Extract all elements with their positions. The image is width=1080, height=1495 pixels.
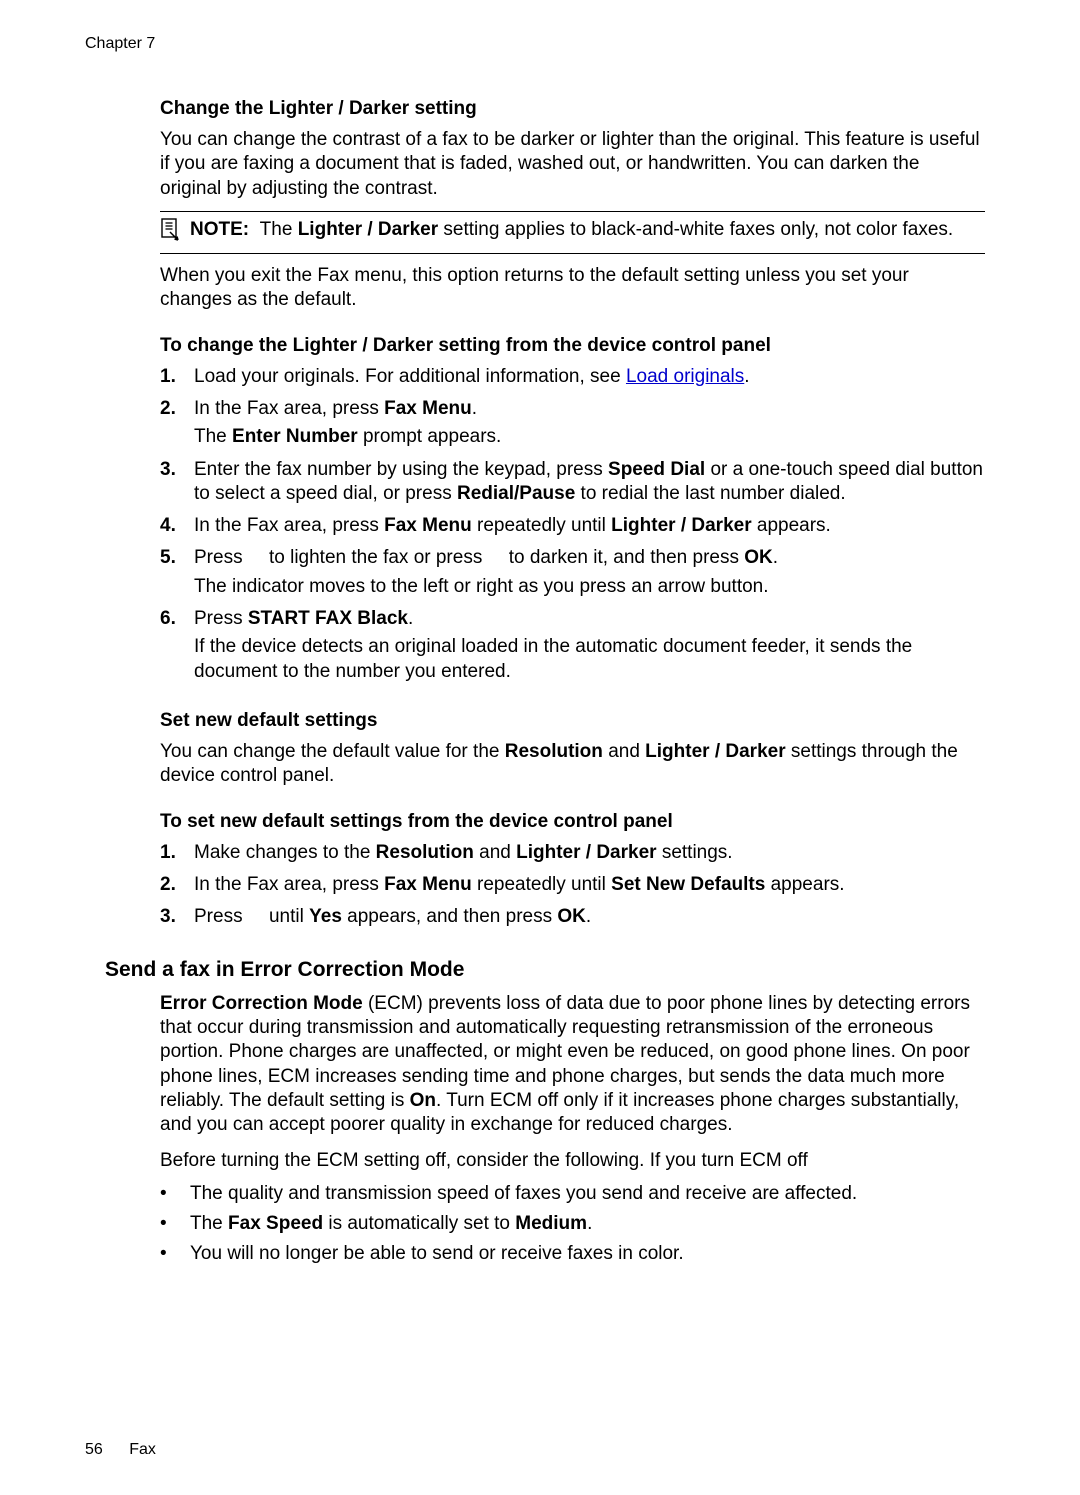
footer-section-name: Fax [129, 1441, 156, 1458]
step-subline: If the device detects an original loaded… [194, 635, 985, 684]
ecm-content: Error Correction Mode (ECM) prevents los… [160, 992, 985, 1267]
ui-lighter-darker: Lighter / Darker [645, 741, 785, 762]
page-number: 56 [85, 1441, 103, 1458]
step-6: 6. Press START FAX Black. If the device … [160, 607, 985, 684]
bullet-dot: • [160, 1212, 174, 1236]
step-number: 1. [160, 841, 182, 865]
defaults-intro: You can change the default value for the… [160, 740, 985, 789]
step-3: 3. Enter the fax number by using the key… [160, 458, 985, 507]
ui-lighter-darker: Lighter / Darker [611, 515, 751, 536]
step-1: 1. Make changes to the Resolution and Li… [160, 841, 985, 865]
ui-speed-dial: Speed Dial [608, 459, 705, 480]
step-body: Press to lighten the fax or press to dar… [194, 546, 985, 599]
intro-paragraph-lighter-darker: You can change the contrast of a fax to … [160, 128, 985, 201]
ecm-bullets: • The quality and transmission speed of … [160, 1182, 985, 1267]
bullet-body: The quality and transmission speed of fa… [190, 1182, 857, 1206]
note-pre: The [260, 219, 293, 240]
procedure2-steps: 1. Make changes to the Resolution and Li… [160, 841, 985, 930]
step-body: Press until Yes appears, and then press … [194, 905, 985, 929]
page-content: Change the Lighter / Darker setting You … [160, 98, 985, 930]
step-number: 2. [160, 873, 182, 897]
step-1: 1. Load your originals. For additional i… [160, 365, 985, 389]
ui-resolution: Resolution [505, 741, 603, 762]
note-label: NOTE: [190, 219, 249, 240]
ui-medium: Medium [515, 1213, 587, 1234]
procedure1-steps: 1. Load your originals. For additional i… [160, 365, 985, 684]
page-header: Chapter 7 [85, 35, 985, 53]
bullet-body: The Fax Speed is automatically set to Me… [190, 1212, 592, 1236]
note-text: NOTE: The Lighter / Darker setting appli… [190, 218, 985, 242]
bold-ecm-lead: Error Correction Mode [160, 993, 363, 1014]
ui-yes: Yes [309, 906, 342, 927]
step-body: In the Fax area, press Fax Menu. The Ent… [194, 397, 985, 450]
note-bold-term: Lighter / Darker [298, 219, 438, 240]
step-body: Make changes to the Resolution and Light… [194, 841, 985, 865]
step-number: 3. [160, 458, 182, 507]
ui-fax-menu: Fax Menu [384, 874, 472, 895]
step-subline: The Enter Number prompt appears. [194, 425, 985, 449]
step-5: 5. Press to lighten the fax or press to … [160, 546, 985, 599]
bullet-item: • The quality and transmission speed of … [160, 1182, 985, 1206]
ui-fax-speed: Fax Speed [228, 1213, 323, 1234]
link-load-originals[interactable]: Load originals [626, 366, 744, 387]
ui-on: On [410, 1090, 436, 1111]
step-number: 2. [160, 397, 182, 450]
step-number: 5. [160, 546, 182, 599]
note-post: setting applies to black-and-white faxes… [443, 219, 953, 240]
step-number: 6. [160, 607, 182, 684]
ui-resolution: Resolution [376, 842, 474, 863]
section-title-defaults: Set new default settings [160, 710, 985, 732]
step-body: Press START FAX Black. If the device det… [194, 607, 985, 684]
bullet-dot: • [160, 1182, 174, 1206]
step-3: 3. Press until Yes appears, and then pre… [160, 905, 985, 929]
bullet-item: • The Fax Speed is automatically set to … [160, 1212, 985, 1236]
step-number: 3. [160, 905, 182, 929]
bullet-body: You will no longer be able to send or re… [190, 1242, 684, 1266]
procedure2-title: To set new default settings from the dev… [160, 811, 985, 833]
ui-ok: OK [744, 547, 773, 568]
ui-redial-pause: Redial/Pause [457, 483, 575, 504]
ecm-paragraph-2: Before turning the ECM setting off, cons… [160, 1149, 985, 1173]
page-footer: 56 Fax [85, 1441, 156, 1459]
step-2: 2. In the Fax area, press Fax Menu repea… [160, 873, 985, 897]
bullet-dot: • [160, 1242, 174, 1266]
step-body: Enter the fax number by using the keypad… [194, 458, 985, 507]
step-number: 4. [160, 514, 182, 538]
step-body: In the Fax area, press Fax Menu repeated… [194, 873, 985, 897]
procedure1-title: To change the Lighter / Darker setting f… [160, 335, 985, 357]
ui-ok: OK [557, 906, 586, 927]
step-subline: The indicator moves to the left or right… [194, 575, 985, 599]
chapter-label: Chapter 7 [85, 35, 155, 52]
section-title-ecm: Send a fax in Error Correction Mode [105, 958, 985, 982]
step-body: Load your originals. For additional info… [194, 365, 985, 389]
ui-set-new-defaults: Set New Defaults [611, 874, 765, 895]
section-title-lighter-darker: Change the Lighter / Darker setting [160, 98, 985, 120]
bullet-item: • You will no longer be able to send or … [160, 1242, 985, 1266]
after-note-paragraph: When you exit the Fax menu, this option … [160, 264, 985, 313]
ecm-paragraph-1: Error Correction Mode (ECM) prevents los… [160, 992, 985, 1138]
note-box: NOTE: The Lighter / Darker setting appli… [160, 211, 985, 254]
ui-fax-menu: Fax Menu [384, 515, 472, 536]
step-number: 1. [160, 365, 182, 389]
ui-fax-menu: Fax Menu [384, 398, 472, 419]
ui-enter-number: Enter Number [232, 426, 358, 447]
ui-start-fax-black: START FAX Black [248, 608, 408, 629]
step-4: 4. In the Fax area, press Fax Menu repea… [160, 514, 985, 538]
page: Chapter 7 Change the Lighter / Darker se… [0, 0, 1080, 1495]
step-2: 2. In the Fax area, press Fax Menu. The … [160, 397, 985, 450]
step-body: In the Fax area, press Fax Menu repeated… [194, 514, 985, 538]
ui-lighter-darker: Lighter / Darker [516, 842, 656, 863]
note-icon [160, 218, 180, 247]
